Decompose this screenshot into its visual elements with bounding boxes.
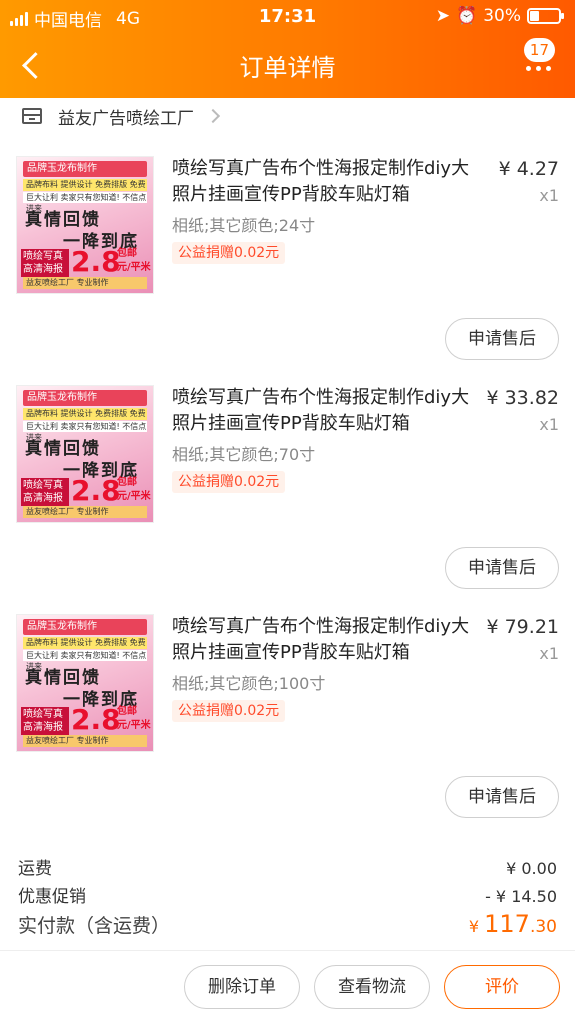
shop-name: 益友广告喷绘工厂: [58, 108, 194, 129]
discount-value: - ¥ 14.50: [485, 887, 557, 906]
total-integer: 117: [484, 910, 530, 938]
total-amount: ¥ 117.30: [469, 910, 557, 938]
thumb-band-text: 巨大让利 卖家只有您知道! 不信点进来: [23, 421, 147, 442]
thumb-bottom-text: 益友喷绘工厂 专业制作: [23, 506, 147, 518]
total-currency: ¥: [468, 917, 480, 936]
product-price: ¥ 4.27: [498, 158, 559, 180]
review-button[interactable]: 评价: [444, 965, 560, 1009]
after-sale-button[interactable]: 申请售后: [445, 547, 559, 589]
battery-icon: [527, 8, 564, 24]
view-logistics-button[interactable]: 查看物流: [314, 965, 430, 1009]
header: 中国电信 4G 17:31 ➤ ⏰ 30% 订单详情 17: [0, 0, 575, 98]
after-sale-button[interactable]: 申请售后: [445, 776, 559, 818]
thumb-unit: 包邮 元/平米: [117, 706, 151, 731]
location-icon: ➤: [435, 6, 451, 26]
thumb-left-text: 喷绘写真 高清海报: [21, 478, 69, 506]
thumb-unit: 包邮 元/平米: [117, 248, 151, 273]
bottom-action-bar: 删除订单 查看物流 评价: [0, 950, 575, 1024]
discount-label: 优惠促销: [18, 887, 86, 907]
product-thumbnail[interactable]: 品牌玉龙布制作 品牌布料 提供设计 免费排版 免费留白 巨大让利 卖家只有您知道…: [16, 614, 154, 752]
charity-tag: 公益捐赠0.02元: [172, 471, 286, 493]
discount-row: 优惠促销 - ¥ 14.50: [18, 882, 557, 907]
thumb-band-text: 巨大让利 卖家只有您知道! 不信点进来: [23, 650, 147, 671]
chevron-right-icon: [205, 108, 221, 124]
charity-tag: 公益捐赠0.02元: [172, 700, 286, 722]
product-price: ¥ 79.21: [486, 616, 559, 638]
shipping-label: 运费: [18, 859, 52, 879]
thumb-top-text: 品牌玉龙布制作: [23, 390, 147, 406]
navbar: 订单详情 17: [0, 34, 575, 98]
page-title: 订单详情: [239, 54, 336, 82]
after-sale-button[interactable]: 申请售后: [445, 318, 559, 360]
thumb-band-text: 品牌布料 提供设计 免费排版 免费留白: [23, 408, 147, 430]
product-qty: x1: [539, 415, 559, 434]
thumb-top-text: 品牌玉龙布制作: [23, 161, 147, 177]
thumb-band-text: 巨大让利 卖家只有您知道! 不信点进来: [23, 192, 147, 213]
thumb-price: 2.8: [71, 474, 121, 507]
product-qty: x1: [539, 644, 559, 663]
status-right: ➤ ⏰ 30%: [435, 6, 564, 26]
product-qty: x1: [539, 186, 559, 205]
thumb-left-text: 喷绘写真 高清海报: [21, 707, 69, 735]
thumb-bottom-text: 益友喷绘工厂 专业制作: [23, 735, 147, 747]
thumb-top-text: 品牌玉龙布制作: [23, 619, 147, 635]
alarm-icon: ⏰: [456, 6, 478, 26]
product-spec: 相纸;其它颜色;70寸: [172, 445, 316, 464]
product-spec: 相纸;其它颜色;24寸: [172, 216, 316, 235]
charity-tag: 公益捐赠0.02元: [172, 242, 286, 264]
total-decimal: .30: [529, 917, 557, 937]
product-thumbnail[interactable]: 品牌玉龙布制作 品牌布料 提供设计 免费排版 免费留白 巨大让利 卖家只有您知道…: [16, 156, 154, 294]
total-row: 实付款（含运费） ¥ 117.30: [18, 910, 557, 938]
product-price: ¥ 33.82: [486, 387, 559, 409]
product-title[interactable]: 喷绘写真广告布个性海报定制作diy大照片挂画宣传PP背胶车贴灯箱: [172, 156, 470, 208]
more-button[interactable]: 17: [507, 38, 557, 88]
thumb-bottom-text: 益友喷绘工厂 专业制作: [23, 277, 147, 289]
thumb-band-text: 品牌布料 提供设计 免费排版 免费留白: [23, 637, 147, 659]
message-badge: 17: [523, 38, 555, 62]
thumb-unit: 包邮 元/平米: [117, 477, 151, 502]
store-icon: [22, 108, 42, 124]
thumb-price: 2.8: [71, 703, 121, 736]
product-thumbnail[interactable]: 品牌玉龙布制作 品牌布料 提供设计 免费排版 免费留白 巨大让利 卖家只有您知道…: [16, 385, 154, 523]
product-title[interactable]: 喷绘写真广告布个性海报定制作diy大照片挂画宣传PP背胶车贴灯箱: [172, 385, 470, 437]
shipping-value: ¥ 0.00: [506, 859, 557, 878]
product-title[interactable]: 喷绘写真广告布个性海报定制作diy大照片挂画宣传PP背胶车贴灯箱: [172, 614, 470, 666]
thumb-left-text: 喷绘写真 高清海报: [21, 249, 69, 277]
total-label: 实付款（含运费）: [18, 915, 171, 937]
battery-percent: 30%: [483, 6, 521, 26]
shipping-row: 运费 ¥ 0.00: [18, 854, 557, 879]
shop-row[interactable]: 益友广告喷绘工厂: [0, 98, 575, 134]
more-dots-icon: [526, 66, 551, 71]
thumb-band-text: 品牌布料 提供设计 免费排版 免费留白: [23, 179, 147, 201]
status-bar: 中国电信 4G 17:31 ➤ ⏰ 30%: [0, 0, 575, 34]
delete-order-button[interactable]: 删除订单: [184, 965, 300, 1009]
product-spec: 相纸;其它颜色;100寸: [172, 674, 326, 693]
thumb-price: 2.8: [71, 245, 121, 278]
